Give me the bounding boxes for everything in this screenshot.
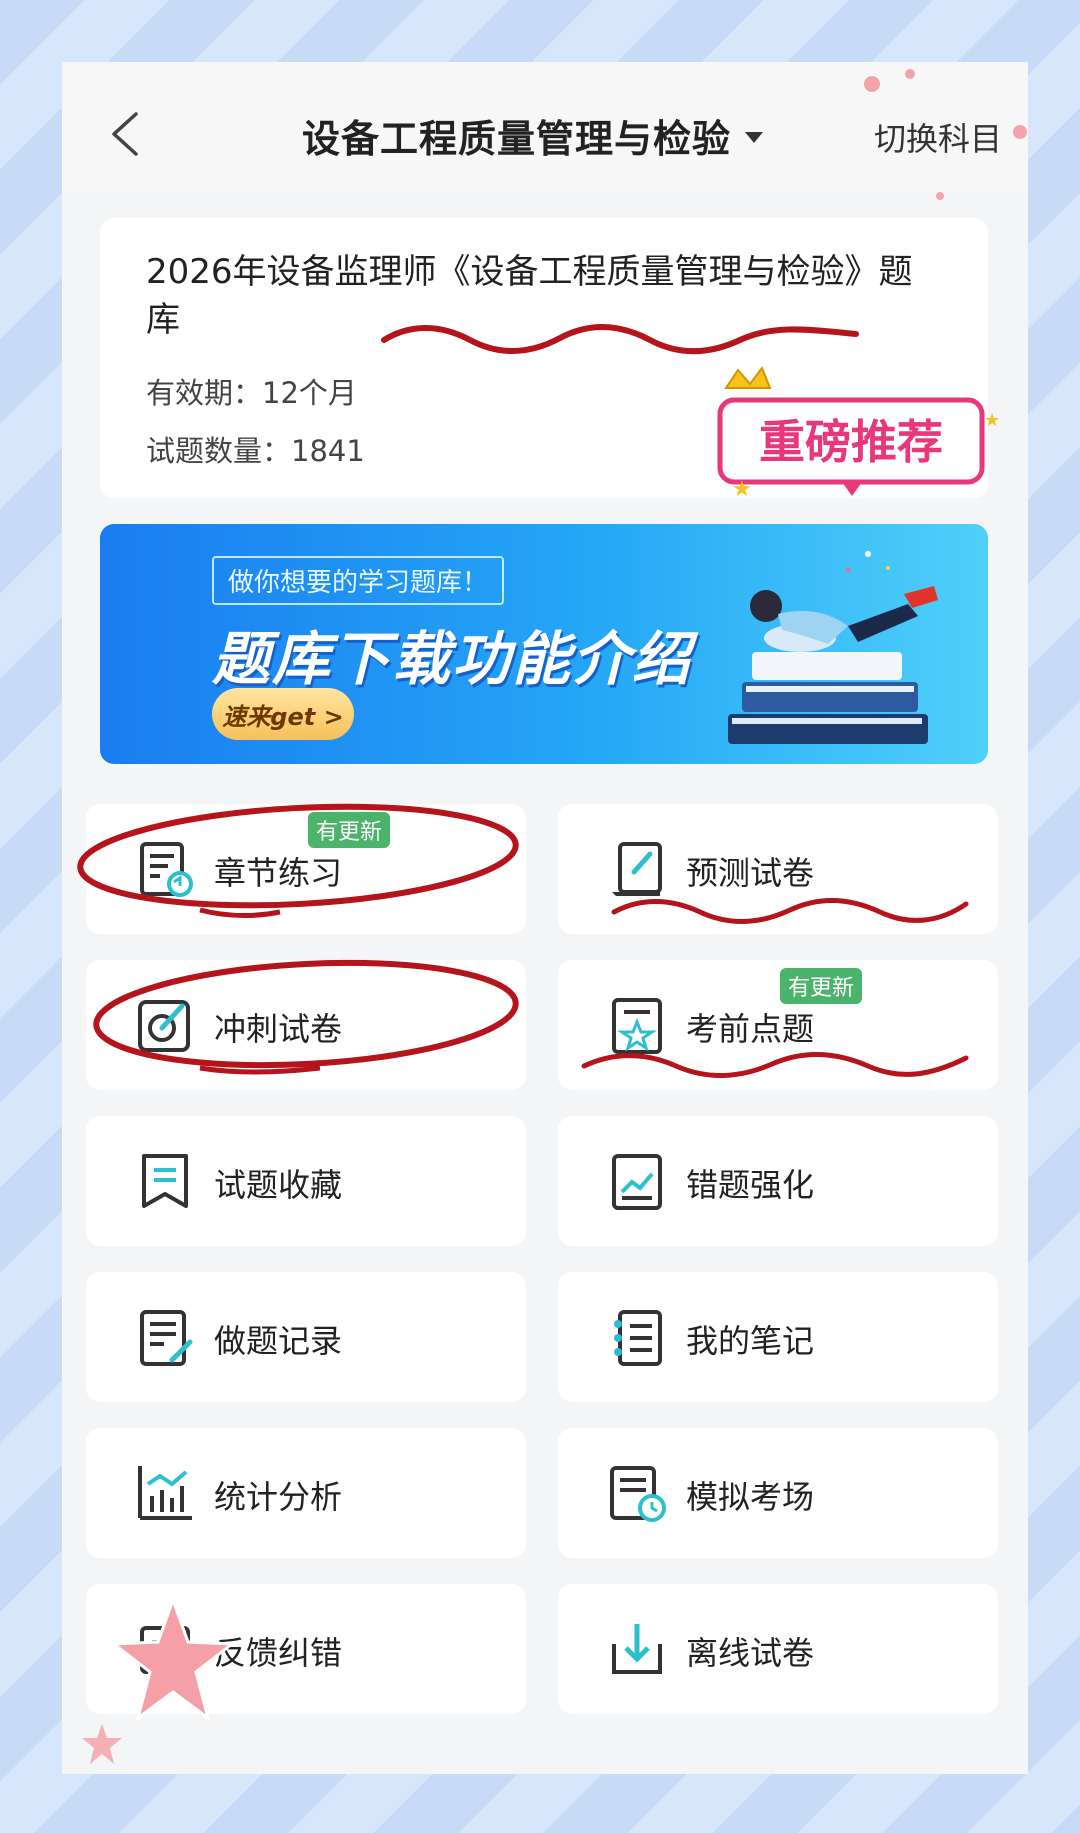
feature-tile-8[interactable]: 我的笔记 xyxy=(558,1272,998,1402)
feature-tile-7[interactable]: 做题记录 xyxy=(86,1272,526,1402)
notes-icon xyxy=(614,1310,662,1366)
feature-tile-label: 试题收藏 xyxy=(214,1166,343,1204)
banner-cta-button[interactable]: 速来get > xyxy=(212,688,354,740)
app-screen: 设备工程质量管理与检验 切换科目 2026年设备监理师《设备工程质量管理与检验》… xyxy=(62,62,1028,1774)
question-count: 试题数量：1841 xyxy=(146,434,365,468)
sprint-paper-icon xyxy=(138,1000,190,1052)
feature-tile-label: 预测试卷 xyxy=(686,854,815,892)
feature-tile-label: 错题强化 xyxy=(686,1166,815,1204)
banner-title: 题库下载功能介绍 xyxy=(212,625,693,693)
download-feature-banner[interactable]: 做你想要的学习题库！ 题库下载功能介绍 速来get > xyxy=(100,524,988,764)
feature-tile-label: 章节练习 xyxy=(214,854,343,892)
feature-tile-label: 冲刺试卷 xyxy=(214,1010,343,1048)
reading-girl-illustration-icon xyxy=(728,551,938,744)
pre-exam-icon xyxy=(612,998,662,1054)
mock-exam-icon xyxy=(610,1466,666,1522)
subject-selector[interactable]: 设备工程质量管理与检验 xyxy=(302,108,764,163)
caret-down-icon xyxy=(745,132,764,143)
feature-tile-label: 离线试卷 xyxy=(686,1634,815,1672)
forecast-paper-icon xyxy=(612,842,662,896)
feature-tile-12[interactable]: 离线试卷 xyxy=(558,1584,998,1714)
feature-tile-6[interactable]: 错题强化 xyxy=(558,1116,998,1246)
update-badge: 有更新 xyxy=(308,812,391,848)
download-icon xyxy=(612,1624,662,1674)
statistics-icon xyxy=(138,1466,192,1520)
feature-tile-5[interactable]: 试题收藏 xyxy=(86,1116,526,1246)
back-arrow-icon[interactable] xyxy=(106,110,146,158)
feature-tile-10[interactable]: 模拟考场 xyxy=(558,1428,998,1558)
svg-text:★: ★ xyxy=(732,477,752,502)
feature-tile-3[interactable]: 冲刺试卷 xyxy=(86,960,526,1090)
feature-tile-2[interactable]: 预测试卷 xyxy=(558,804,998,934)
feature-tile-1[interactable]: 章节练习 有更新 xyxy=(86,804,526,934)
record-icon xyxy=(140,1310,193,1366)
feature-tile-4[interactable]: 考前点题 有更新 xyxy=(558,960,998,1090)
bookmark-icon xyxy=(142,1154,188,1208)
feature-tile-label: 统计分析 xyxy=(214,1478,343,1516)
recommend-sticker: 重磅推荐 ★ ★ xyxy=(717,366,1000,502)
wrong-questions-icon xyxy=(612,1154,662,1210)
feature-tile-9[interactable]: 统计分析 xyxy=(86,1428,526,1558)
validity-period: 有效期：12个月 xyxy=(146,376,357,410)
banner-subtitle: 做你想要的学习题库！ xyxy=(212,556,505,605)
page-title: 设备工程质量管理与检验 xyxy=(302,117,732,161)
feature-tile-label: 我的笔记 xyxy=(686,1322,815,1360)
svg-text:★: ★ xyxy=(984,410,1000,431)
feature-tile-label: 模拟考场 xyxy=(686,1478,815,1516)
pink-star-sticker xyxy=(109,1596,237,1722)
feature-tile-label: 做题记录 xyxy=(214,1322,343,1360)
small-star-sticker xyxy=(82,1724,122,1764)
recommend-label: 重磅推荐 xyxy=(759,415,943,469)
chapter-practice-icon xyxy=(140,842,193,897)
pink-dots-decoration xyxy=(864,69,1027,200)
feature-tile-label: 考前点题 xyxy=(686,1010,815,1048)
update-badge: 有更新 xyxy=(780,968,863,1004)
question-bank-title: 2026年设备监理师《设备工程质量管理与检验》题库 xyxy=(146,252,913,340)
